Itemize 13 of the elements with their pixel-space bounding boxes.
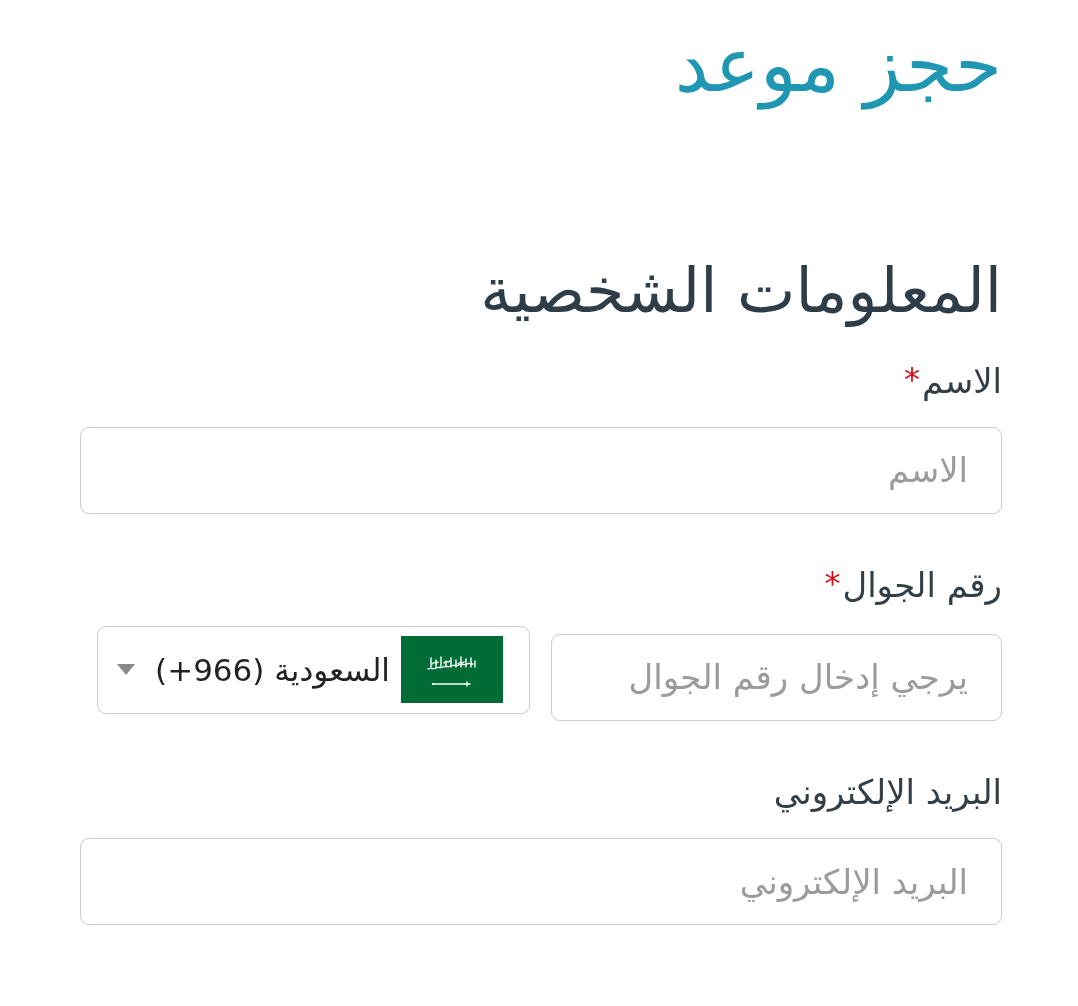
field-label: الاسم — [922, 359, 1002, 403]
required-mark: * — [824, 562, 841, 604]
caret-icon — [117, 664, 135, 676]
country-select[interactable]: (+966) السعودية — [97, 625, 530, 714]
section-heading: المعلومات الشخصية — [480, 254, 1002, 329]
flag-icon — [401, 636, 503, 704]
field-label: البريد الإلكتروني — [773, 770, 1002, 815]
field-label: رقم الجوال — [842, 563, 1002, 607]
input-field[interactable]: البريد الإلكتروني — [80, 838, 1002, 926]
phone-field[interactable]: يرجي إدخال رقم الجوال — [551, 633, 1002, 721]
input-field[interactable]: الاسم — [80, 426, 1002, 514]
required-mark: * — [904, 358, 921, 400]
page-title: حجز موعد — [674, 19, 1002, 111]
